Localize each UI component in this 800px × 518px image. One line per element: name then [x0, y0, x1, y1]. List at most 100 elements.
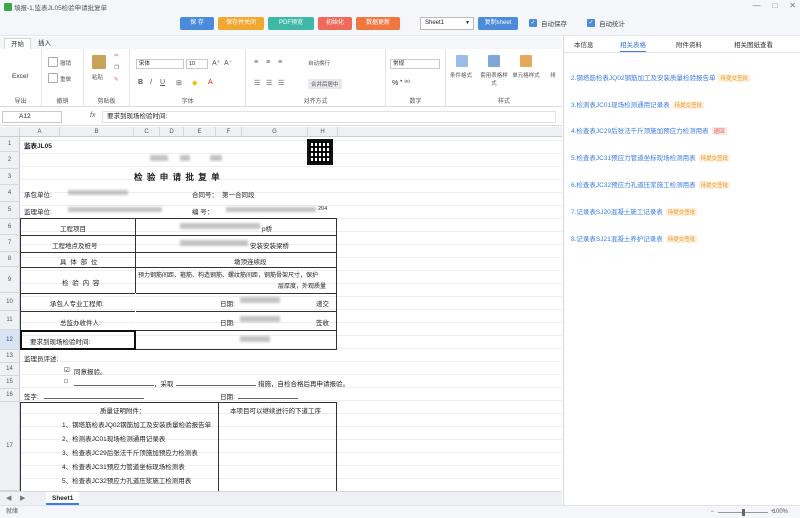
font-color-icon[interactable]: A [208, 79, 213, 86]
row-header-11[interactable]: 11 [0, 311, 20, 330]
row-header-6[interactable]: 6 [0, 219, 20, 235]
font-name-select[interactable]: 宋体 [136, 59, 184, 69]
related-item[interactable]: 7.记录表SJ20混凝土施工记录表 待提交签批 [571, 206, 698, 216]
sheet-tab-sheet1[interactable]: Sheet1 [46, 492, 80, 505]
pdf-preview-button[interactable]: PDF预览 [268, 17, 314, 30]
related-item[interactable]: 3.检测表JC01现场检测通用记录表 待提交签批 [571, 99, 705, 109]
row-header-13[interactable]: 13 [0, 350, 20, 363]
checkbox-agree[interactable]: ☑ [64, 366, 70, 374]
attachment-2: 2、检测表JC01现场检测通用记录表 [62, 436, 166, 443]
row-header-8[interactable]: 8 [0, 252, 20, 267]
col-header-e[interactable]: E [184, 127, 216, 137]
align-bottom-icon[interactable]: ≡ [278, 59, 282, 66]
attachment-5: 5、检查表JC32预应力孔道压浆施工检测用表 [62, 478, 192, 485]
row-header-3[interactable]: 3 [0, 169, 20, 185]
tab-related-tables[interactable]: 相关表格 [620, 39, 646, 52]
grow-font-icon[interactable]: A⁺ [212, 59, 220, 67]
tab-home[interactable]: 开始 [4, 38, 31, 49]
col-header-c[interactable]: C [134, 127, 160, 137]
redo-icon[interactable] [48, 73, 58, 83]
wrap-text-button[interactable]: 自动换行 [308, 59, 330, 67]
group-undo: 撤销 重做 撤销 [42, 49, 84, 107]
formula-input[interactable]: 要求到现场检验时间: [102, 111, 556, 123]
nav-first-icon[interactable]: ◀ [6, 494, 11, 502]
align-top-icon[interactable]: ≡ [254, 59, 258, 66]
autostat-checkbox[interactable]: ✓ [587, 19, 595, 27]
row-header-7[interactable]: 7 [0, 235, 20, 252]
undo-icon[interactable] [48, 57, 58, 67]
table-format-icon[interactable] [488, 55, 500, 67]
align-left-icon[interactable]: ☰ [254, 79, 260, 87]
engineer-label: 承包人专业工程师: [50, 301, 104, 308]
close-button[interactable]: ✕ [789, 1, 796, 10]
align-center-icon[interactable]: ☰ [266, 79, 272, 87]
row-header-10[interactable]: 10 [0, 293, 20, 311]
zoom-slider-handle[interactable] [742, 509, 745, 516]
zoom-slider[interactable] [718, 509, 768, 516]
spreadsheet-grid[interactable]: A B C D E F G H 1 2 3 4 5 6 7 8 9 10 11 … [0, 127, 562, 491]
row-header-17[interactable]: 17 [0, 402, 20, 491]
initialize-button[interactable]: 初始化 [318, 17, 352, 30]
tab-basic-info[interactable]: 本信息 [574, 39, 594, 49]
row-header-15[interactable]: 15 [0, 376, 20, 389]
name-box[interactable]: A12 [2, 111, 62, 123]
maximize-button[interactable]: □ [772, 1, 777, 10]
row-header-4[interactable]: 4 [0, 185, 20, 202]
related-item[interactable]: 6.检查表JC32预应力孔道压浆施工检测用表 待提交签批 [571, 179, 731, 189]
sheet-select[interactable]: Sheet1 ▼ [420, 17, 474, 30]
related-item[interactable]: 8.记录表SJ21混凝土养护记录表 待提交签批 [571, 233, 698, 243]
row-header-9[interactable]: 9 [0, 267, 20, 293]
data-update-button[interactable]: 数据更新 [356, 17, 400, 30]
tab-drawings[interactable]: 相关图纸查看 [734, 39, 773, 49]
border-icon[interactable]: ⊞ [176, 79, 182, 87]
col-header-g[interactable]: G [242, 127, 308, 137]
save-close-button[interactable]: 保存并关闭 [218, 17, 264, 30]
nav-last-icon[interactable]: ▶ [20, 494, 25, 502]
row-header-16[interactable]: 16 [0, 389, 20, 402]
autosave-checkbox[interactable]: ✓ [529, 19, 537, 27]
cut-icon[interactable]: ✂ [114, 53, 119, 59]
paste-icon[interactable] [92, 55, 106, 69]
tab-attachments[interactable]: 附件资料 [676, 39, 702, 49]
col-header-b[interactable]: B [60, 127, 134, 137]
fill-color-icon[interactable]: ◆ [192, 79, 197, 87]
zoom-out-button[interactable]: − [710, 506, 714, 518]
row-header-14[interactable]: 14 [0, 363, 20, 376]
tab-insert[interactable]: 插入 [32, 38, 57, 49]
related-item[interactable]: 5.检查表JC31预应力管道坐标现场检测用表 待提交签批 [571, 152, 731, 162]
underline-blank [74, 385, 154, 386]
excel-export-button[interactable]: Excel [12, 73, 28, 80]
row-header-5[interactable]: 5 [0, 202, 20, 219]
percent-icon[interactable]: % ❜ ⁰⁰ [392, 79, 410, 87]
cell-style-icon[interactable] [520, 55, 532, 67]
align-right-icon[interactable]: ☰ [278, 79, 284, 87]
row-header-1[interactable]: 1 [0, 137, 20, 152]
related-item[interactable]: 2.钢塔筋检表JQ02钢筋加工及安装质量检验报告单 待提交签批 [571, 72, 750, 82]
align-middle-icon[interactable]: ≡ [266, 59, 270, 66]
number-format-select[interactable]: 常规 [390, 59, 440, 69]
row-header-2[interactable]: 2 [0, 152, 20, 169]
copy-icon[interactable]: ❐ [114, 65, 119, 71]
related-item[interactable]: 4.检查表JC29后张法千斤顶施加预应力检测用表 退回 [571, 125, 727, 135]
sort-label[interactable]: 排 [550, 71, 556, 79]
merge-center-button[interactable]: 合并后居中 [308, 79, 342, 89]
font-size-select[interactable]: 10 [186, 59, 208, 69]
checkbox-other[interactable]: □ [64, 378, 68, 385]
shrink-font-icon[interactable]: A⁻ [224, 59, 232, 67]
conditional-format-icon[interactable] [456, 55, 468, 67]
col-header-f[interactable]: F [216, 127, 242, 137]
col-header-a[interactable]: A [20, 127, 60, 137]
col-header-d[interactable]: D [160, 127, 184, 137]
italic-icon[interactable]: I [150, 79, 152, 86]
group-font-label: 字体 [181, 99, 194, 105]
save-button[interactable]: 保 存 [180, 17, 214, 30]
redacted-text [240, 297, 280, 303]
row-header-12[interactable]: 12 [0, 330, 20, 350]
copy-sheet-button[interactable]: 复制sheet [478, 17, 518, 30]
underline-icon[interactable]: U [160, 79, 165, 86]
select-all[interactable] [0, 127, 20, 137]
minimize-button[interactable]: — [752, 1, 760, 10]
format-painter-icon[interactable]: ✎ [114, 77, 119, 83]
bold-icon[interactable]: B [138, 79, 143, 86]
col-header-h[interactable]: H [308, 127, 338, 137]
